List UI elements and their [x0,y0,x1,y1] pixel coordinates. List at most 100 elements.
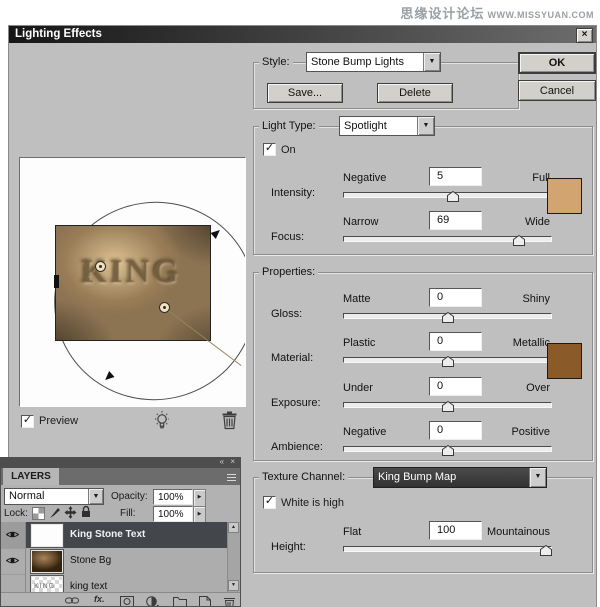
layers-panel-dragbar[interactable]: « × [1,458,240,468]
texture-channel-dropdown[interactable]: King Bump Map ▼ [373,467,547,488]
dialog-titlebar[interactable]: Lighting Effects × [9,26,596,43]
preview-image-text: KING [81,254,181,291]
visibility-toggle[interactable] [1,548,26,575]
preview-label: Preview [39,415,78,427]
watermark: 思缘设计论坛 WWW.MISSYUAN.COM [400,3,594,22]
layers-panel-tabbar: LAYERS [1,468,240,485]
gloss-slider[interactable] [343,313,552,319]
style-dropdown-button[interactable]: ▼ [423,53,440,71]
delete-layer-trash-icon[interactable] [223,596,236,607]
opacity-input[interactable]: 100% [153,489,193,505]
watermark-site-url: WWW.MISSYUAN.COM [488,10,595,20]
layer-row-king-text[interactable]: KING king text [1,574,229,592]
layer-thumbnail[interactable] [30,523,64,548]
light-hotspot-handle[interactable] [95,261,106,272]
preview-canvas[interactable]: KING [19,157,246,407]
ellipse-handle-w[interactable] [54,275,59,288]
gloss-min-label: Matte [343,293,371,305]
ambience-input[interactable]: 0 [429,421,482,440]
lock-transparency-icon[interactable] [32,507,45,520]
intensity-slider-thumb[interactable] [447,191,459,202]
fill-input[interactable]: 100% [153,506,193,522]
layer-name[interactable]: king text [70,581,107,592]
ok-button[interactable]: OK [518,52,596,74]
scroll-up-icon[interactable]: ▲ [228,522,239,533]
material-min-label: Plastic [343,337,375,349]
material-input[interactable]: 0 [429,332,482,351]
light-type-dropdown-button[interactable]: ▼ [417,117,434,135]
focus-input[interactable]: 69 [429,211,482,230]
height-max-label: Mountainous [487,526,550,538]
adjustment-layer-icon[interactable] [146,596,159,607]
gloss-input[interactable]: 0 [429,288,482,307]
layer-thumbnail[interactable] [30,549,64,574]
material-row: Material: Plastic Metallic 0 [253,332,591,374]
material-color-swatch[interactable] [547,343,582,379]
ambience-label: Ambience: [271,441,323,453]
layer-mask-icon[interactable] [120,596,134,607]
focus-slider-thumb[interactable] [513,235,525,246]
tab-layers[interactable]: LAYERS [3,468,59,485]
new-group-folder-icon[interactable] [173,596,187,607]
visibility-toggle[interactable] [1,522,26,549]
style-dropdown[interactable]: Stone Bump Lights ▼ [306,52,441,72]
white-is-high-checkbox[interactable]: ✓ [263,496,276,509]
gloss-row: Gloss: Matte Shiny 0 [253,288,591,330]
intensity-slider[interactable] [343,192,552,198]
chevron-down-icon: ▼ [535,473,542,480]
chevron-down-icon: ▼ [429,58,436,65]
focus-max-label: Wide [525,216,550,228]
collapse-panel-icon[interactable]: « [220,457,226,466]
opacity-spinner-icon[interactable]: ▶ [193,489,206,507]
material-slider-thumb[interactable] [442,356,454,367]
exposure-slider[interactable] [343,402,552,408]
exposure-input[interactable]: 0 [429,377,482,396]
lock-position-move-icon[interactable] [64,506,77,519]
layer-row-king-stone-text[interactable]: King Stone Text [1,522,229,548]
gloss-slider-thumb[interactable] [442,312,454,323]
lock-label: Lock: [4,508,28,519]
light-color-swatch[interactable] [547,178,582,214]
on-checkbox[interactable]: ✓ [263,143,276,156]
material-slider[interactable] [343,357,552,363]
save-button[interactable]: Save... [267,83,343,103]
layers-list: King Stone Text Stone Bg KING king text … [1,522,240,592]
focus-row: Focus: Narrow Wide 69 [253,211,591,253]
intensity-input[interactable]: 5 [429,167,482,186]
layers-scrollbar[interactable]: ▲ ▼ [227,522,240,592]
ambience-slider-thumb[interactable] [442,445,454,456]
close-panel-icon[interactable]: × [230,457,237,466]
blend-mode-dropdown-button[interactable]: ▼ [88,489,103,504]
delete-button[interactable]: Delete [377,83,453,103]
panel-menu-icon[interactable] [224,473,236,481]
layer-name[interactable]: Stone Bg [70,555,111,566]
lock-all-padlock-icon[interactable] [80,505,92,518]
layer-name[interactable]: King Stone Text [70,529,145,540]
visibility-toggle[interactable] [1,574,26,592]
light-type-dropdown[interactable]: Spotlight ▼ [339,116,435,136]
link-layers-icon[interactable] [65,596,79,605]
cancel-button[interactable]: Cancel [518,80,596,101]
layer-thumbnail[interactable]: KING [30,575,64,592]
focus-label: Focus: [271,231,304,243]
height-input[interactable]: 100 [429,521,482,540]
focus-slider[interactable] [343,236,552,242]
preview-checkbox[interactable]: ✓ [21,415,34,428]
light-center-handle[interactable] [159,302,170,313]
ambience-slider[interactable] [343,446,552,452]
on-label: On [281,144,296,156]
ambience-max-label: Positive [511,426,550,438]
blend-mode-dropdown[interactable]: Normal ▼ [4,488,104,505]
texture-channel-dropdown-button[interactable]: ▼ [529,468,546,487]
close-icon[interactable]: × [576,28,593,43]
layer-row-stone-bg[interactable]: Stone Bg [1,548,229,574]
layer-style-fx-icon[interactable]: fx. [94,594,105,604]
lock-pixels-brush-icon[interactable] [49,506,61,519]
new-layer-icon[interactable] [199,596,211,607]
exposure-slider-thumb[interactable] [442,401,454,412]
scroll-down-icon[interactable]: ▼ [228,580,239,591]
height-slider-thumb[interactable] [540,545,552,556]
height-slider[interactable] [343,546,552,552]
delete-light-trash-icon[interactable] [221,410,238,430]
light-bulb-icon[interactable] [152,409,172,431]
